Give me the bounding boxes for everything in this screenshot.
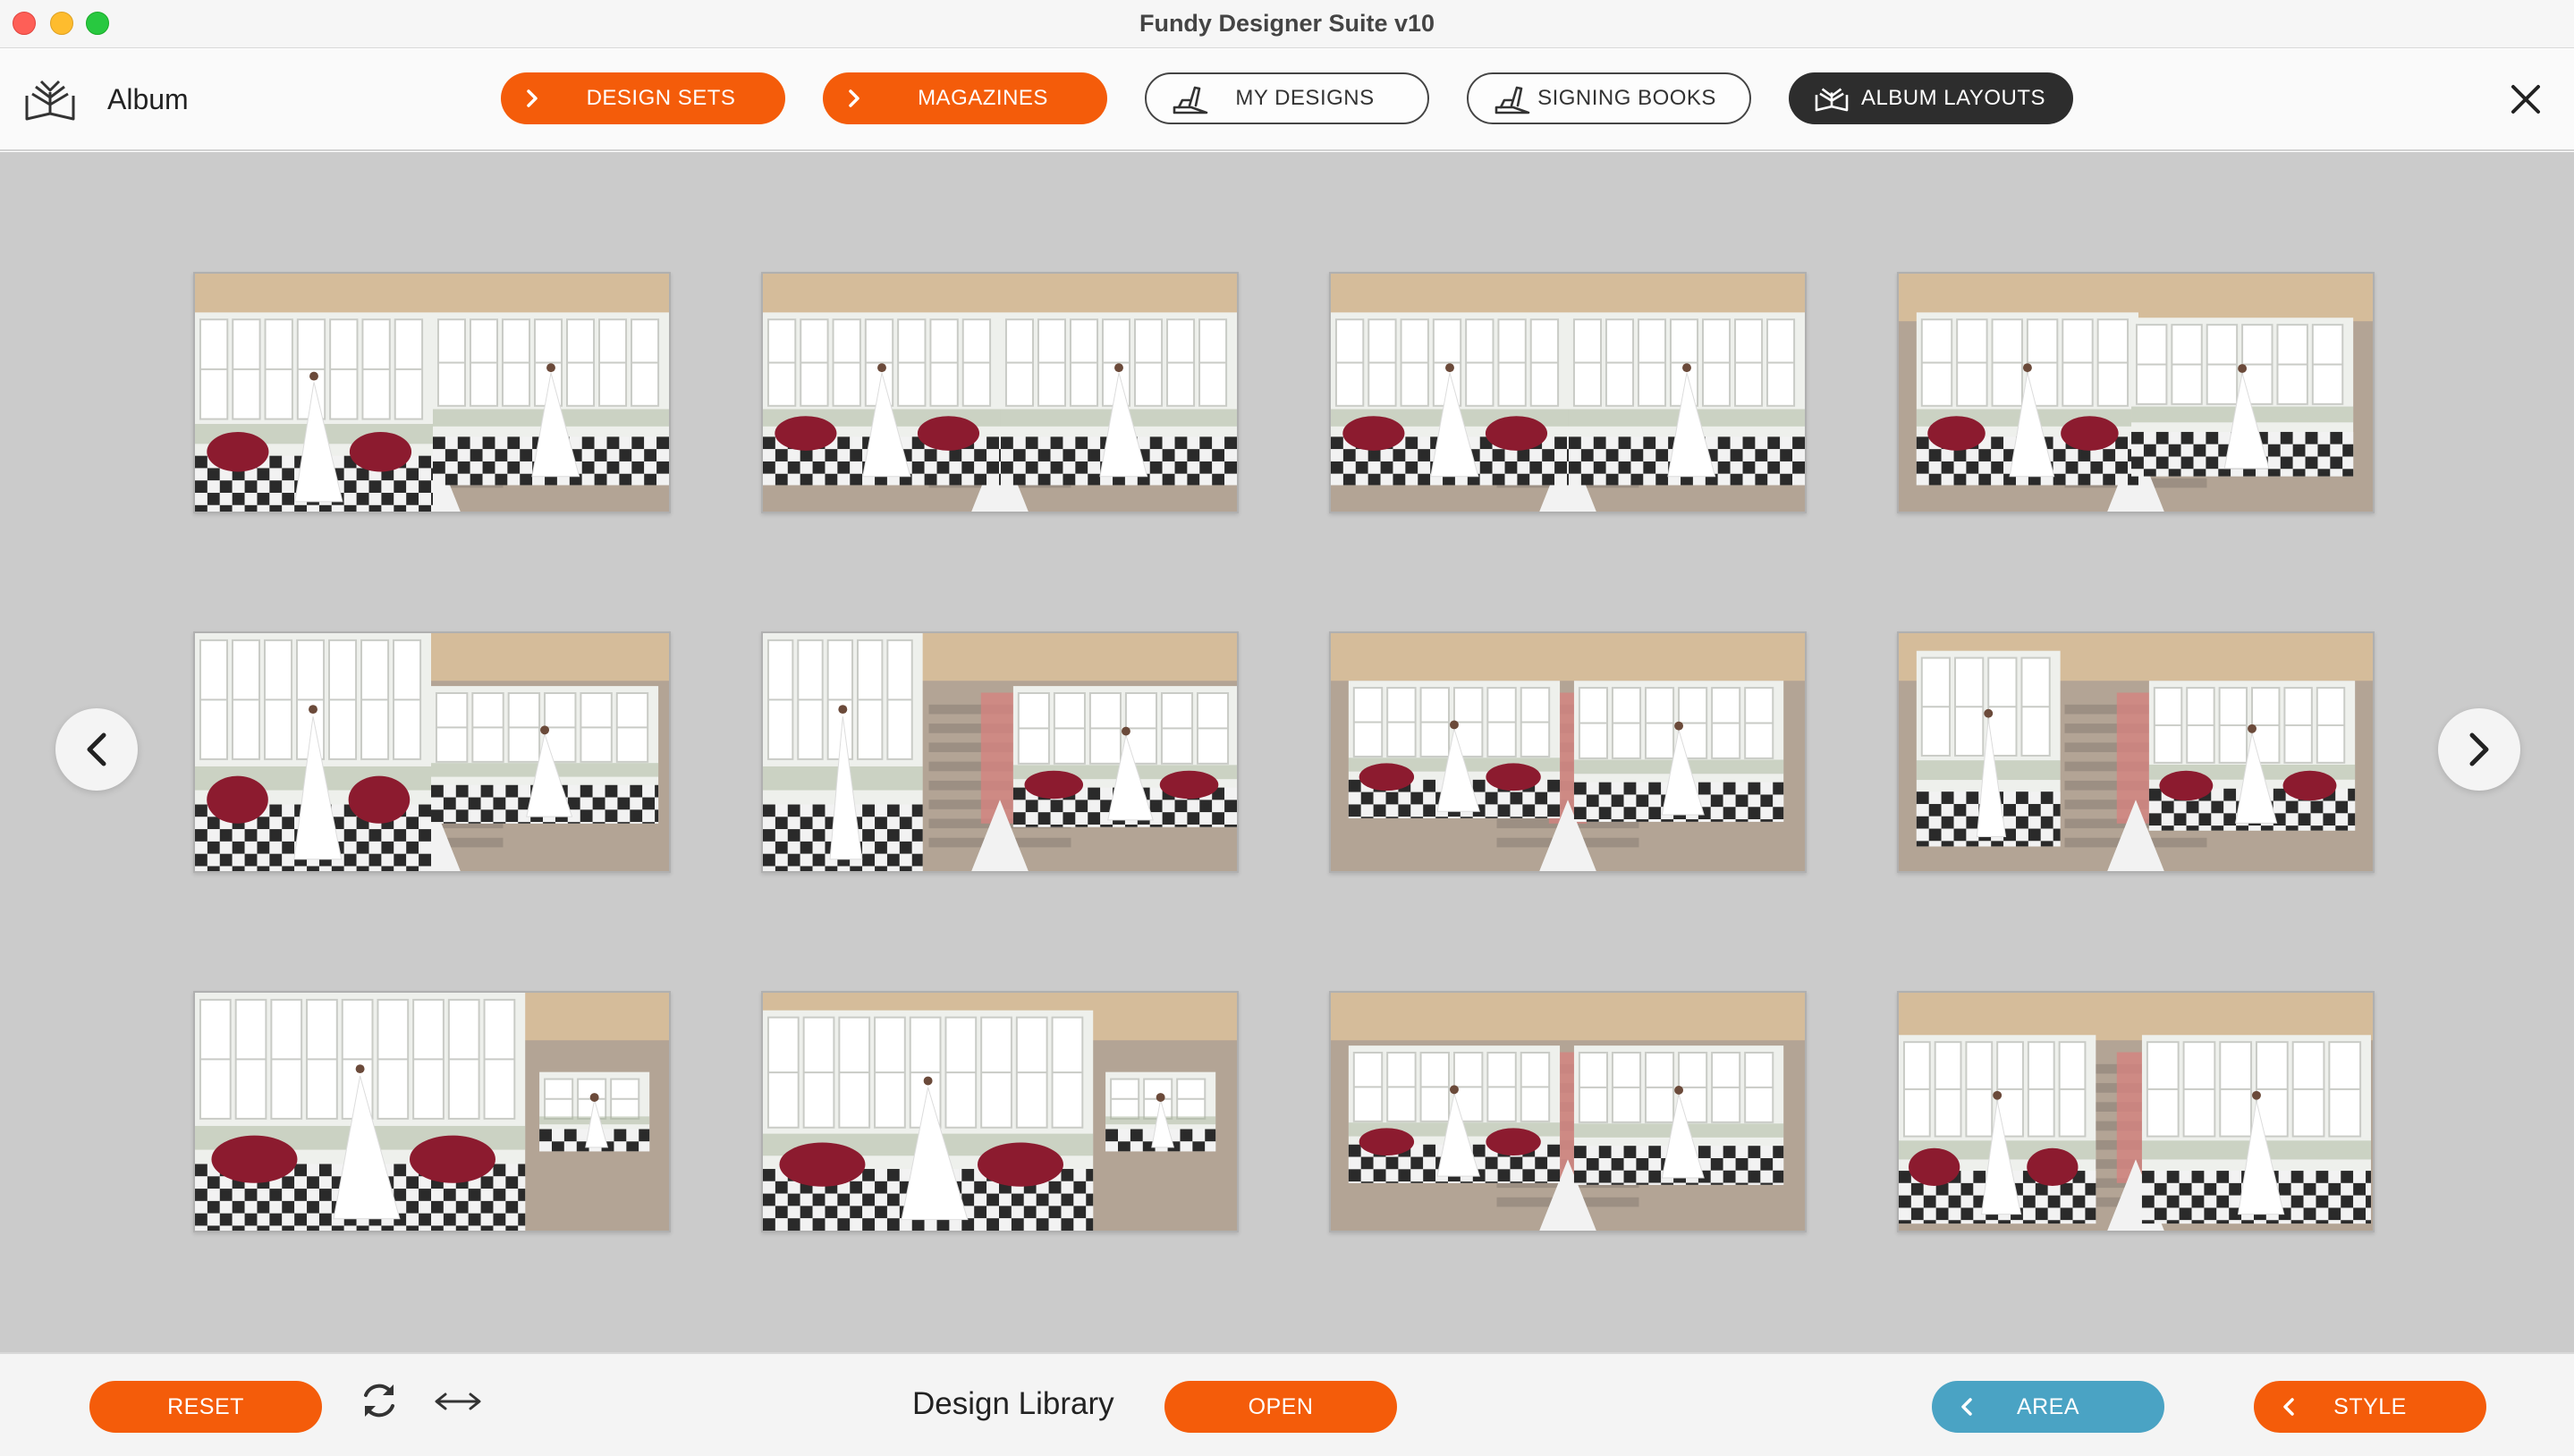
album-layout-thumbnail[interactable]: [761, 272, 1239, 513]
layout-preview-image: [1899, 633, 2373, 871]
chevron-right-icon: [2469, 732, 2489, 766]
swap-horizontal-icon[interactable]: [431, 1388, 485, 1415]
album-layout-thumbnail[interactable]: [1897, 631, 2375, 873]
layout-preview-image: [1331, 633, 1805, 871]
layout-preview-image: [763, 633, 1237, 871]
chevron-left-icon: [87, 732, 106, 766]
layout-preview-image: [195, 274, 669, 512]
nav-signing-books-button[interactable]: SIGNING BOOKS: [1467, 72, 1751, 124]
top-toolbar: Album DESIGN SETS MAGAZINES MY DESIGNS S…: [0, 49, 2574, 151]
next-page-button[interactable]: [2438, 708, 2520, 791]
nav-magazines-label: MAGAZINES: [918, 86, 1048, 110]
nav-my-designs-label: MY DESIGNS: [1235, 86, 1375, 110]
nav-album-layouts-button[interactable]: ALBUM LAYOUTS: [1789, 72, 2073, 124]
prev-page-button[interactable]: [55, 708, 138, 791]
layout-preview-image: [195, 633, 669, 871]
chevron-right-icon: [848, 72, 860, 124]
layout-preview-image: [763, 993, 1237, 1231]
nav-signing-books-label: SIGNING BOOKS: [1537, 86, 1716, 110]
album-book-icon: [25, 80, 75, 121]
album-layout-thumbnail[interactable]: [1897, 991, 2375, 1232]
layout-preview-image: [1331, 274, 1805, 512]
album-layout-thumbnail[interactable]: [1329, 631, 1807, 873]
open-label: OPEN: [1248, 1393, 1314, 1419]
area-label: AREA: [2016, 1393, 2080, 1419]
layout-preview-image: [1899, 993, 2373, 1231]
layout-preview-image: [195, 993, 669, 1231]
close-icon[interactable]: [2506, 80, 2545, 119]
style-button[interactable]: STYLE: [2254, 1381, 2486, 1433]
album-layout-thumbnail[interactable]: [761, 991, 1239, 1232]
nav-my-designs-button[interactable]: MY DESIGNS: [1145, 72, 1429, 124]
nav-design-sets-button[interactable]: DESIGN SETS: [501, 72, 785, 124]
reset-button[interactable]: RESET: [89, 1381, 322, 1433]
app-label: Album: [107, 83, 189, 115]
layout-preview-image: [1331, 993, 1805, 1231]
chevron-left-icon: [1960, 1381, 1973, 1433]
nav-album-layouts-label: ALBUM LAYOUTS: [1860, 86, 2046, 110]
layout-preview-image: [1899, 274, 2373, 512]
album-layout-thumbnail[interactable]: [193, 272, 671, 513]
hand-book-icon: [1494, 74, 1531, 126]
open-button[interactable]: OPEN: [1164, 1381, 1397, 1433]
album-layout-thumbnail[interactable]: [1329, 991, 1807, 1232]
window-title: Fundy Designer Suite v10: [1139, 10, 1435, 37]
hand-book-icon: [1172, 74, 1209, 126]
chevron-left-icon: [2282, 1381, 2295, 1433]
album-layout-thumbnail[interactable]: [193, 631, 671, 873]
title-bar: Fundy Designer Suite v10: [0, 0, 2574, 48]
album-layout-thumbnail[interactable]: [193, 991, 671, 1232]
layout-preview-image: [763, 274, 1237, 512]
nav-magazines-button[interactable]: MAGAZINES: [823, 72, 1107, 124]
style-label: STYLE: [2333, 1393, 2407, 1419]
area-button[interactable]: AREA: [1932, 1381, 2164, 1433]
refresh-icon[interactable]: [356, 1377, 402, 1424]
album-book-icon: [1814, 72, 1850, 124]
album-layout-thumbnail[interactable]: [761, 631, 1239, 873]
album-layout-thumbnail[interactable]: [1329, 272, 1807, 513]
album-layout-thumbnail[interactable]: [1897, 272, 2375, 513]
nav-design-sets-label: DESIGN SETS: [586, 86, 736, 110]
design-library-label: Design Library: [912, 1386, 1114, 1421]
chevron-right-icon: [526, 72, 538, 124]
reset-label: RESET: [167, 1393, 244, 1419]
